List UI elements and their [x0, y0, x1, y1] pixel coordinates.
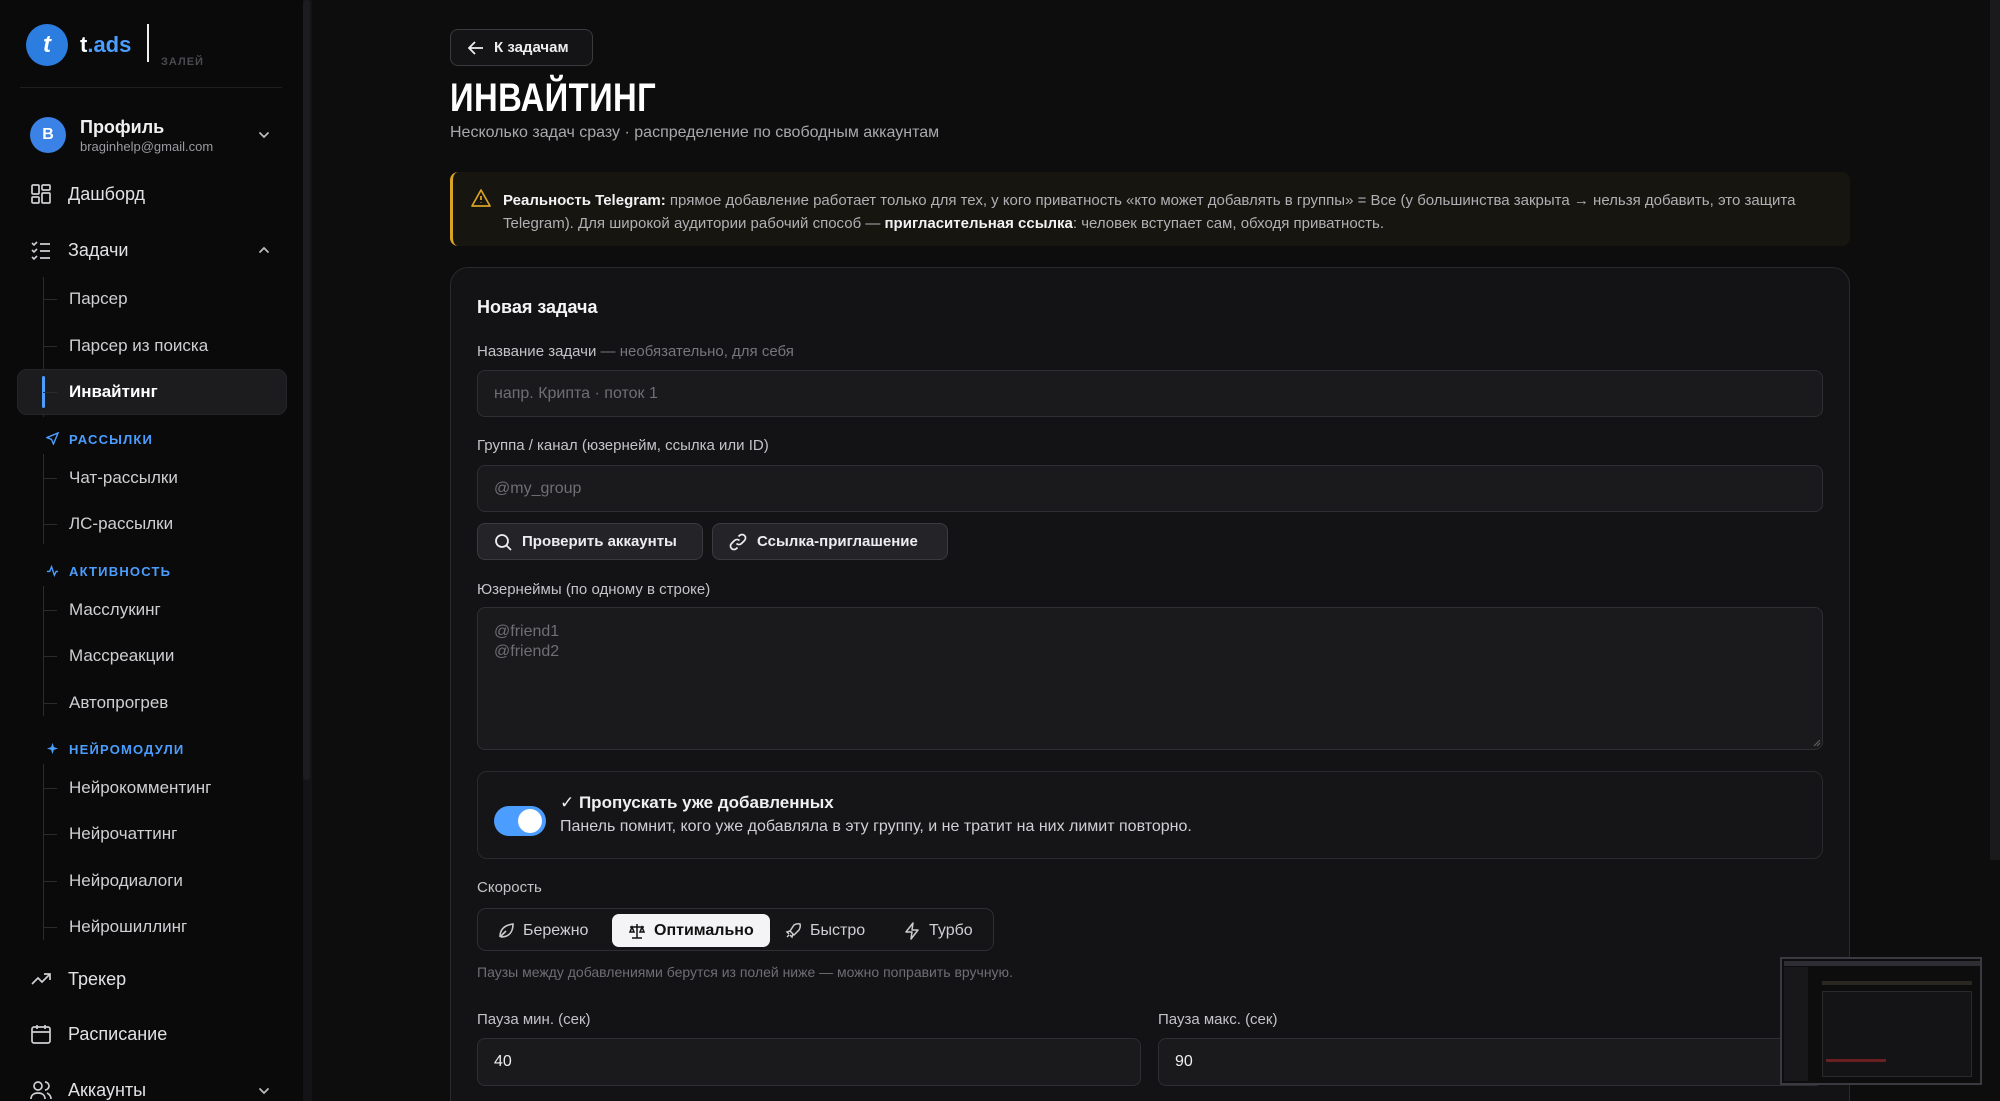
speed-turbo-label: Турбо: [929, 921, 973, 939]
back-to-tasks-button[interactable]: К задачам: [450, 29, 593, 66]
minimap-preview[interactable]: [1780, 957, 1982, 1085]
activity-icon: [46, 564, 59, 577]
section-activity: АКТИВНОСТЬ: [69, 564, 172, 579]
nav-neurochatting[interactable]: Нейрочаттинг: [42, 824, 177, 844]
pause-max-label: Пауза макс. (сек): [1158, 1011, 1278, 1028]
users-icon: [30, 1081, 52, 1100]
invite-link-label: Ссылка-приглашение: [757, 533, 918, 550]
telegram-notice: Реальность Telegram: прямое добавление р…: [450, 172, 1850, 246]
lightning-icon: [905, 921, 919, 940]
nav-chat-mailings[interactable]: Чат-рассылки: [43, 468, 178, 488]
card-title: Новая задача: [477, 297, 598, 317]
speed-label: Скорость: [477, 879, 542, 896]
nav-masslooking[interactable]: Масслукинг: [43, 600, 161, 620]
speed-optimal-label: Оптимально: [654, 921, 754, 939]
main-scrollbar[interactable]: [1990, 0, 2000, 860]
logo-divider: [147, 24, 149, 62]
nav-tasks-label: Задачи: [68, 239, 129, 260]
speed-fast-label: Быстро: [810, 921, 866, 939]
nav-accounts[interactable]: Аккаунты: [30, 1079, 146, 1101]
nav-dashboard-label: Дашборд: [68, 183, 146, 204]
sparkle-icon: [46, 742, 59, 755]
nav-dm-mailings[interactable]: ЛС-рассылки: [42, 514, 173, 534]
nav-autowarmup[interactable]: Автопрогрев: [42, 693, 168, 713]
skip-added-title: ✓ Пропускать уже добавленных: [560, 793, 834, 812]
profile-email: braginhelp@gmail.com: [80, 138, 214, 154]
nav-tracker[interactable]: Трекер: [30, 968, 126, 990]
speed-hint: Паузы между добавлениями берутся из поле…: [477, 964, 1013, 980]
tree-line: [43, 764, 44, 940]
profile-menu[interactable]: B Профиль braginhelp@gmail.com: [20, 108, 282, 162]
back-button-label: К задачам: [494, 39, 569, 56]
skip-added-panel: [477, 771, 1823, 859]
group-label: Группа / канал (юзернейм, ссылка или ID): [477, 437, 769, 454]
usernames-textarea[interactable]: @friend1 @friend2: [477, 607, 1823, 750]
nav-tracker-label: Трекер: [68, 968, 127, 989]
tree-line: [43, 454, 44, 544]
chevron-down-icon[interactable]: [256, 127, 272, 143]
tree-line: [43, 586, 44, 716]
warning-icon: [471, 189, 491, 207]
pause-max-input[interactable]: 90: [1158, 1038, 1823, 1086]
task-name-input[interactable]: напр. Крипта · поток 1: [477, 370, 1823, 417]
chevron-up-icon[interactable]: [256, 242, 272, 258]
skip-added-description: Панель помнит, кого уже добавляла в эту …: [560, 818, 1192, 835]
nav-accounts-label: Аккаунты: [68, 1079, 147, 1100]
rocket-icon: [785, 922, 801, 938]
page-subtitle: Несколько задач сразу · распределение по…: [450, 124, 940, 141]
textarea-placeholder-line: @friend2: [494, 643, 560, 660]
brand-name: t.ads: [80, 32, 132, 57]
calendar-icon: [31, 1025, 51, 1044]
logo-icon: t: [26, 24, 68, 66]
nav-parser-search[interactable]: Парсер из поиска: [42, 336, 208, 356]
pause-min-input[interactable]: 40: [477, 1038, 1141, 1086]
speed-careful-label: Бережно: [523, 921, 589, 939]
speed-optimal[interactable]: Оптимально: [612, 914, 770, 947]
nav-neurocommenting[interactable]: Нейрокомментинг: [42, 778, 211, 798]
notice-text: Реальность Telegram: прямое добавление р…: [503, 192, 1796, 232]
check-accounts-label: Проверить аккаунты: [522, 533, 677, 550]
speed-fast[interactable]: Быстро: [784, 914, 865, 947]
nav-schedule[interactable]: Расписание: [30, 1023, 167, 1045]
brand-sub: ЗАЛЕЙ: [161, 56, 204, 68]
search-icon: [495, 533, 512, 551]
sidebar-divider: [20, 87, 282, 88]
nav-massreactions[interactable]: Массреакции: [42, 646, 174, 666]
trending-up-icon: [31, 973, 51, 985]
profile-name: Профиль: [80, 116, 165, 137]
sidebar-scrollbar-thumb[interactable]: [303, 0, 310, 780]
check-accounts-button[interactable]: Проверить аккаунты: [477, 523, 703, 560]
group-input[interactable]: @my_group: [477, 465, 1823, 512]
task-name-label: Название задачи — необязательно, для себ…: [477, 343, 794, 360]
avatar: B: [30, 117, 66, 153]
dashboard-icon: [31, 184, 51, 204]
nav-inviting[interactable]: Инвайтинг: [43, 382, 158, 402]
nav-schedule-label: Расписание: [68, 1023, 168, 1044]
nav-tasks[interactable]: Задачи: [30, 239, 128, 261]
arrow-left-icon: [468, 40, 483, 55]
section-neuro: НЕЙРОМОДУЛИ: [69, 742, 185, 757]
scales-icon: [628, 923, 646, 939]
pause-min-label: Пауза мин. (сек): [477, 1011, 591, 1028]
nav-dashboard[interactable]: Дашборд: [30, 183, 145, 205]
list-check-icon: [31, 241, 50, 261]
send-icon: [46, 432, 59, 445]
nav-parser[interactable]: Парсер: [43, 289, 128, 309]
leaf-icon: [499, 922, 514, 938]
nav-neuroshilling[interactable]: Нейрошиллинг: [42, 917, 187, 937]
page-title: ИНВАЙТИНГ: [450, 76, 657, 120]
speed-careful[interactable]: Бережно: [497, 914, 588, 947]
brand-logo[interactable]: t t.ads: [26, 24, 131, 66]
textarea-placeholder-line: @friend1: [494, 623, 560, 640]
usernames-label: Юзернеймы (по одному в строке): [477, 581, 711, 598]
speed-turbo[interactable]: Турбо: [903, 914, 973, 947]
toggle-knob: [518, 809, 542, 833]
link-icon: [729, 533, 747, 550]
resize-handle-icon[interactable]: [1811, 737, 1821, 747]
section-mailings: РАССЫЛКИ: [69, 432, 154, 447]
chevron-down-icon[interactable]: [256, 1083, 272, 1099]
invite-link-button[interactable]: Ссылка-приглашение: [712, 523, 948, 560]
nav-neurodialogs[interactable]: Нейродиалоги: [43, 871, 183, 891]
